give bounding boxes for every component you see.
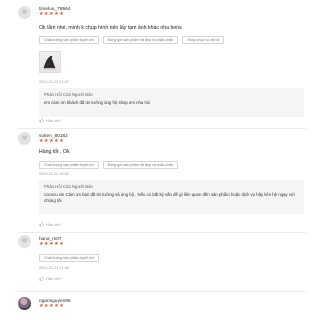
rating-stars: ★★★★★ <box>39 138 65 144</box>
review-tags: Chất lượng sản phẩm tuyệt vời Đóng gói s… <box>39 161 179 169</box>
review-text: Hàng tốt . Ok <box>39 149 70 155</box>
seller-reply-text: cococu xin Cảm ơn bạn đã tin tưởng và ủn… <box>44 192 295 197</box>
helpful-button[interactable]: Hữu ích? <box>39 222 62 227</box>
rating-stars: ★★★★★ <box>39 11 65 17</box>
seller-reply: Phản Hồi Của Người Bán cococu xin Cảm ơn… <box>39 180 304 214</box>
review-photo[interactable] <box>39 51 61 73</box>
rating-stars: ★★★★★ <box>39 303 65 309</box>
helpful-label: Hữu ích? <box>46 276 62 281</box>
thumbs-up-icon <box>39 222 44 227</box>
avatar[interactable] <box>18 132 31 145</box>
helpful-button[interactable]: Hữu ích? <box>39 276 62 281</box>
avatar[interactable] <box>18 235 31 248</box>
review-tag[interactable]: Chất lượng sản phẩm tuyệt vời <box>39 36 99 44</box>
review-tag[interactable]: Shop phục vụ rất tốt <box>182 36 225 44</box>
review-divider <box>18 232 306 233</box>
seller-reply-text: chúng tôi <box>44 198 62 204</box>
thumbs-up-icon <box>39 118 44 123</box>
seller-reply-text: em cảm ơn khách đã tin tưởng ủng hộ shop… <box>44 100 150 105</box>
review-divider <box>18 291 306 292</box>
seller-reply-title: Phản Hồi Của Người Bán <box>44 184 93 189</box>
review-timestamp: 2021-03-31 21:06 <box>39 266 69 270</box>
review-divider <box>18 128 306 129</box>
seller-reply-title: Phản Hồi Của Người Bán <box>44 92 93 97</box>
helpful-label: Hữu ích? <box>46 222 62 227</box>
review-tag[interactable]: Chất lượng sản phẩm tuyệt vời <box>39 254 99 262</box>
review-timestamp: 2020-11-12 19:56 <box>39 172 69 176</box>
review-tags: Chất lượng sản phẩm tuyệt vời Đóng gói s… <box>39 36 225 44</box>
review-timestamp: 2021-01-22 11:37 <box>39 80 69 84</box>
thumbs-up-icon <box>39 276 44 281</box>
review-tag[interactable]: Chất lượng sản phẩm tuyệt vời <box>39 161 99 169</box>
review-tag[interactable]: Đóng gói sản phẩm rất đẹp và chắc chắn <box>102 36 179 44</box>
review-photo-image <box>43 55 57 70</box>
helpful-button[interactable]: Hữu ích? <box>39 118 62 123</box>
seller-reply: Phản Hồi Của Người Bán em cảm ơn khách đ… <box>39 88 304 117</box>
review-text: Ok lắm nhé, mình k chụp hình nên lấy tạm… <box>39 25 182 31</box>
review-tags: Chất lượng sản phẩm tuyệt vời <box>39 254 99 262</box>
helpful-label: Hữu ích? <box>46 118 62 123</box>
avatar[interactable] <box>18 297 31 310</box>
rating-stars: ★★★★★ <box>39 241 65 247</box>
avatar[interactable] <box>18 6 31 19</box>
review-tag[interactable]: Đóng gói sản phẩm rất đẹp và chắc chắn <box>102 161 179 169</box>
